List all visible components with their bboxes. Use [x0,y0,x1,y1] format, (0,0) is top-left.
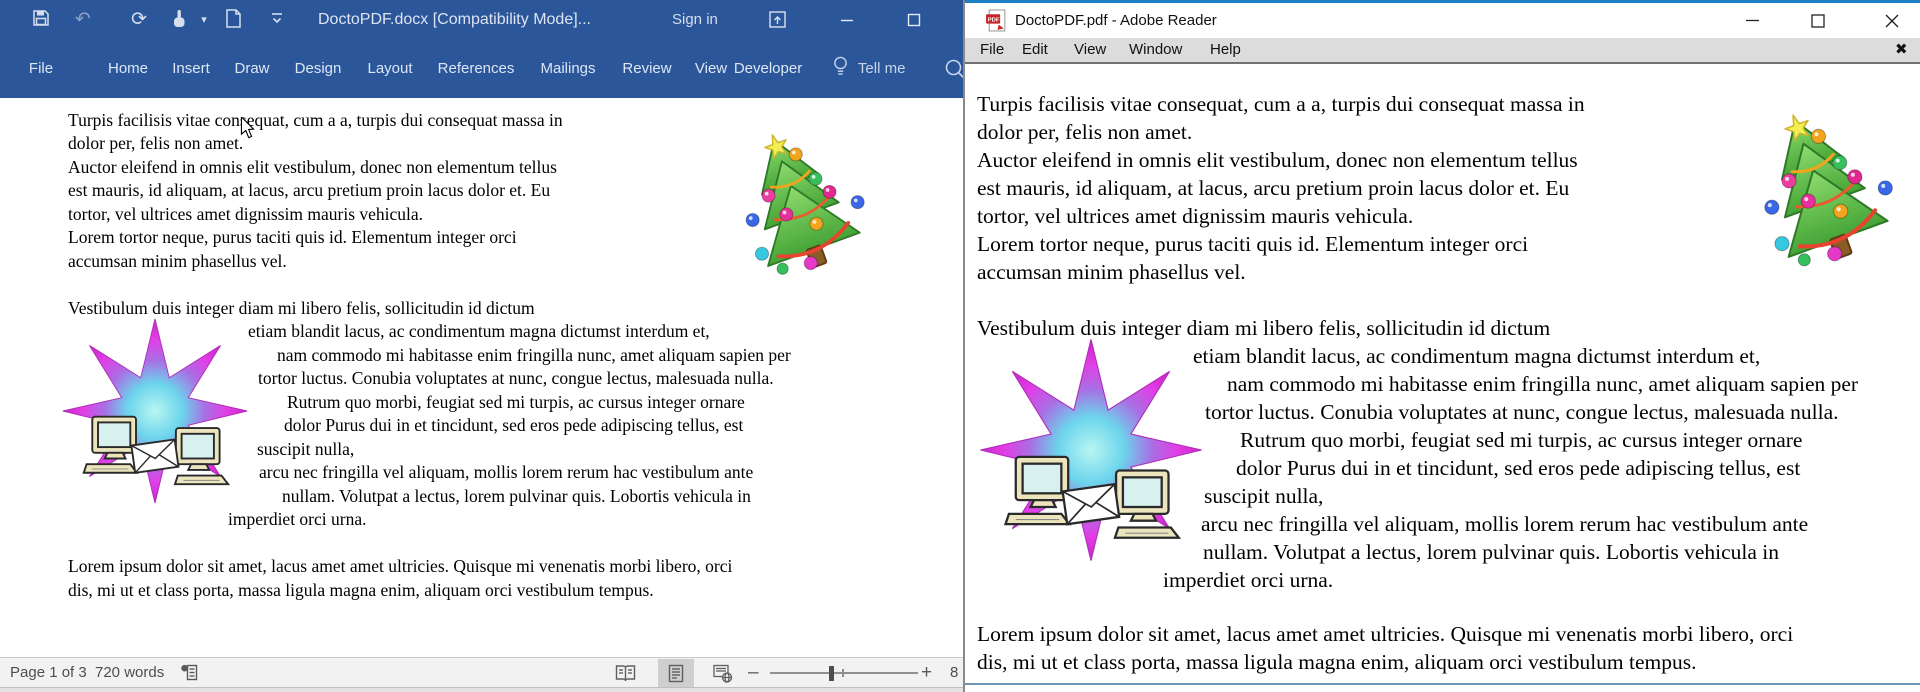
document-text-line: arcu nec fringilla vel aliquam, mollis l… [259,461,753,484]
document-text-line: Lorem tortor neque, purus taciti quis id… [977,230,1528,258]
zoom-in-button[interactable]: + [921,658,932,688]
document-text-line: Rutrum quo morbi, feugiat sed mi turpis,… [1240,426,1802,454]
screen: ↶ ⟳ ▾ DoctoPDF.docx [Compatibility Mode]… [0,0,1920,692]
document-text-line: Vestibulum duis integer diam mi libero f… [68,297,535,320]
zoom-slider-thumb[interactable] [829,666,834,681]
document-text-line: est mauris, id aliquam, at lacus, arcu p… [977,174,1569,202]
zoom-out-button[interactable]: – [748,658,759,688]
word-window: ↶ ⟳ ▾ DoctoPDF.docx [Compatibility Mode]… [0,0,975,692]
document-text-line: dolor per, felis non amet. [977,118,1192,146]
document-text-line: etiam blandit lacus, ac condimentum magn… [248,320,710,343]
document-text-line: nullam. Volutpat a lectus, lorem pulvina… [1203,538,1779,566]
zoom-slider-track[interactable] [770,672,918,674]
document-text-line: nullam. Volutpat a lectus, lorem pulvina… [282,485,751,508]
document-text-line: tortor, vel ultrices amet dignissim maur… [68,203,423,226]
document-text-line: etiam blandit lacus, ac condimentum magn… [1193,342,1760,370]
adobe-title-bar: PDF DoctoPDF.pdf - Adobe Reader [965,3,1920,38]
svg-text:PDF: PDF [988,17,1000,23]
document-text-line: suscipit nulla, [1204,482,1323,510]
menu-item[interactable]: View [1074,38,1106,62]
document-text-line: imperdiet orci urna. [228,508,367,531]
proofing-status-icon[interactable] [176,659,202,688]
mouse-cursor [240,117,255,139]
adobe-minimize-icon[interactable] [1735,3,1769,38]
document-text-line: accumsan minim phasellus vel. [977,258,1246,286]
menu-item[interactable]: Edit [1022,38,1048,62]
zoom-slider-center-tick [842,669,844,677]
page-indicator[interactable]: Page 1 of 3 [10,658,87,688]
document-text-line: nam commodo mi habitasse enim fringilla … [277,344,791,367]
adobe-close-icon[interactable] [1875,3,1909,38]
close-document-icon[interactable]: ✖ [1895,39,1908,61]
read-mode-icon[interactable] [607,659,643,688]
document-text-line: Turpis facilisis vitae consequat, cum a … [977,90,1585,118]
document-text-line: imperdiet orci urna. [1163,566,1333,594]
document-text-line: arcu nec fringilla vel aliquam, mollis l… [1201,510,1808,538]
pdf-document-page: Turpis facilisis vitae consequat, cum a … [965,64,1920,683]
document-text-line: Auctor eleifend in omnis elit vestibulum… [68,156,557,179]
word-document-page[interactable]: Turpis facilisis vitae consequat, cum a … [0,98,975,657]
web-layout-icon[interactable] [705,659,741,688]
document-text-line: Lorem ipsum dolor sit amet, lacus amet a… [68,555,732,578]
document-text-line: tortor, vel ultrices amet dignissim maur… [977,202,1413,230]
document-text-line: est mauris, id aliquam, at lacus, arcu p… [68,179,550,202]
document-text-line: nam commodo mi habitasse enim fringilla … [1227,370,1858,398]
document-text-line: dis, mi ut et class porta, massa ligula … [977,648,1697,676]
adobe-window-bottom-border [965,683,1920,685]
document-text-line: Vestibulum duis integer diam mi libero f… [977,314,1550,342]
document-text-line: Rutrum quo morbi, feugiat sed mi turpis,… [287,391,745,414]
menu-item[interactable]: Help [1210,38,1241,62]
document-text-line: Lorem ipsum dolor sit amet, lacus amet a… [977,620,1793,648]
word-count[interactable]: 720 words [95,658,164,688]
document-text-line: accumsan minim phasellus vel. [68,250,287,273]
document-text-line: tortor luctus. Conubia voluptates at nun… [1205,398,1839,426]
adobe-window-title: DoctoPDF.pdf - Adobe Reader [1015,3,1217,38]
document-text-line: dolor Purus dui in et tincidunt, sed ero… [1236,454,1800,482]
document-text-line: dolor per, felis non amet. [68,132,243,155]
pdf-file-icon: PDF [985,9,1008,32]
adobe-reader-window: PDF DoctoPDF.pdf - Adobe Reader File Edit… [963,0,1920,692]
pdf-text-layer: Turpis facilisis vitae consequat, cum a … [965,64,1920,683]
zoom-percentage[interactable]: 8 [950,658,958,688]
adobe-menu-bar: File Edit View Window Help ✖ [965,38,1920,64]
menu-item[interactable]: Window [1129,38,1182,62]
document-text-line: suscipit nulla, [257,438,354,461]
document-text-line: Lorem tortor neque, purus taciti quis id… [68,226,517,249]
document-text-line: tortor luctus. Conubia voluptates at nun… [258,367,774,390]
document-text-line: dolor Purus dui in et tincidunt, sed ero… [284,414,743,437]
document-text-line: dis, mi ut et class porta, massa ligula … [68,579,654,602]
adobe-maximize-icon[interactable] [1801,3,1835,38]
menu-item[interactable]: File [980,38,1004,62]
word-text-layer: Turpis facilisis vitae consequat, cum a … [0,0,975,692]
word-window-bottom-edge [0,687,975,692]
print-layout-icon[interactable] [658,659,694,688]
document-text-line: Turpis facilisis vitae consequat, cum a … [68,109,563,132]
document-text-line: Auctor eleifend in omnis elit vestibulum… [977,146,1578,174]
